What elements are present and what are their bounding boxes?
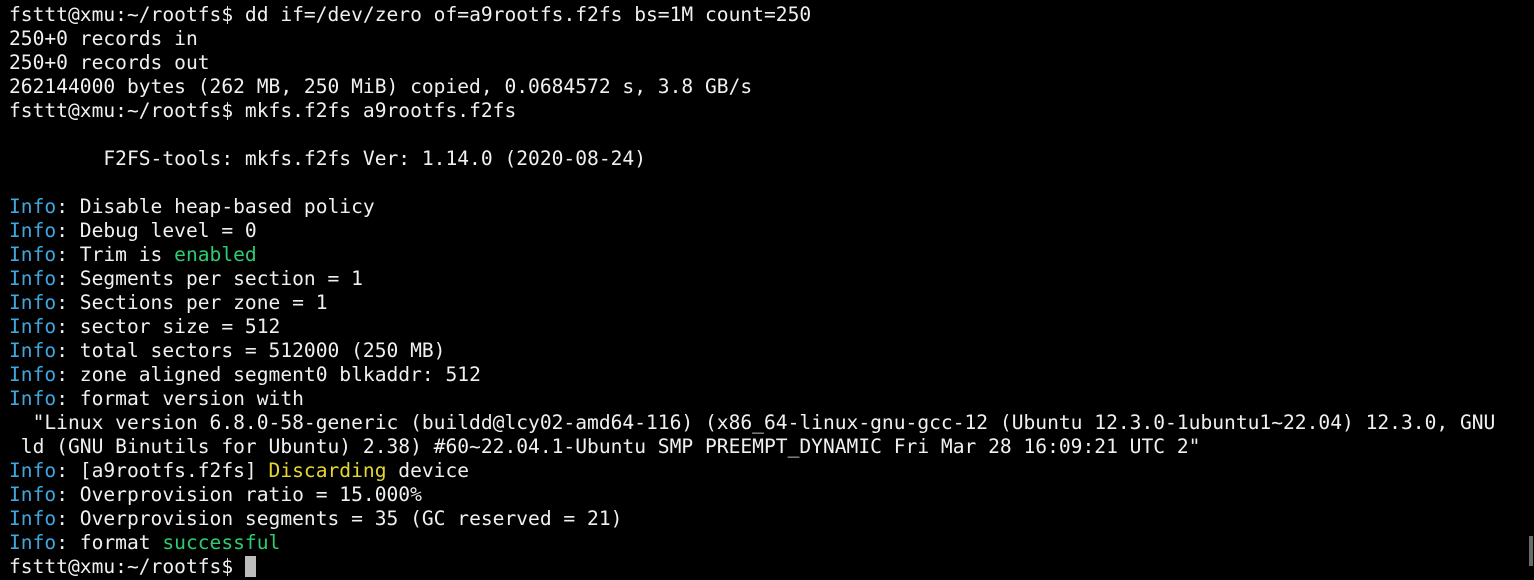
info-separator: : <box>56 507 80 530</box>
info-separator: : <box>56 243 80 266</box>
highlighted-text: enabled <box>174 243 257 266</box>
info-text: Segments per section = 1 <box>79 267 363 290</box>
info-separator: : <box>56 363 80 386</box>
shell-prompt: fsttt@xmu:~/rootfs$ <box>9 3 234 26</box>
info-label: Info <box>9 387 57 410</box>
info-line: Info: Overprovision segments = 35 (GC re… <box>9 507 1524 531</box>
highlighted-text: Discarding <box>268 459 387 482</box>
output-line: F2FS-tools: mkfs.f2fs Ver: 1.14.0 (2020-… <box>9 147 647 170</box>
info-text: sector size = 512 <box>79 315 281 338</box>
info-label: Info <box>9 531 57 554</box>
shell-prompt: fsttt@xmu:~/rootfs$ <box>9 99 234 122</box>
command-text <box>233 555 245 578</box>
info-label: Info <box>9 363 57 386</box>
info-label: Info <box>9 219 57 242</box>
highlighted-text: successful <box>162 531 281 554</box>
info-text: Overprovision ratio = 15.000% <box>79 483 422 506</box>
info-separator: : <box>56 483 80 506</box>
info-text: format version with <box>79 387 304 410</box>
info-text: Overprovision segments = 35 (GC reserved… <box>79 507 623 530</box>
info-text: zone aligned segment0 blkaddr: 512 <box>79 363 481 386</box>
text-cursor[interactable] <box>244 556 256 577</box>
info-label: Info <box>9 315 57 338</box>
info-line: Info: format successful <box>9 531 1524 555</box>
info-label: Info <box>9 267 57 290</box>
info-label: Info <box>9 483 57 506</box>
info-label: Info <box>9 195 57 218</box>
info-line: Info: Sections per zone = 1 <box>9 291 1524 315</box>
info-text: [a9rootfs.f2fs] <box>79 459 269 482</box>
info-separator: : <box>56 459 80 482</box>
info-line: Info: Debug level = 0 <box>9 219 1524 243</box>
output-line: ld (GNU Binutils for Ubuntu) 2.38) #60~2… <box>9 435 1201 458</box>
info-line: Info: Disable heap-based policy <box>9 195 1524 219</box>
info-separator: : <box>56 291 80 314</box>
output-line: 262144000 bytes (262 MB, 250 MiB) copied… <box>9 75 753 98</box>
info-separator: : <box>56 531 80 554</box>
info-text: Sections per zone = 1 <box>79 291 328 314</box>
info-text: Debug level = 0 <box>79 219 257 242</box>
output-line: 250+0 records in <box>9 27 198 50</box>
terminal-output[interactable]: fsttt@xmu:~/rootfs$ dd if=/dev/zero of=a… <box>9 3 1524 579</box>
info-line: Info: total sectors = 512000 (250 MB) <box>9 339 1524 363</box>
info-label: Info <box>9 243 57 266</box>
info-label: Info <box>9 291 57 314</box>
info-line: Info: format version with <box>9 387 1524 411</box>
info-text: total sectors = 512000 (250 MB) <box>79 339 446 362</box>
info-text: Trim is <box>79 243 175 266</box>
info-line: Info: Trim is enabled <box>9 243 1524 267</box>
info-separator: : <box>56 267 80 290</box>
command-text: dd if=/dev/zero of=a9rootfs.f2fs bs=1M c… <box>233 3 812 26</box>
info-line: Info: zone aligned segment0 blkaddr: 512 <box>9 363 1524 387</box>
info-separator: : <box>56 195 80 218</box>
output-line: 250+0 records out <box>9 51 210 74</box>
output-line: "Linux version 6.8.0-58-generic (buildd@… <box>9 411 1496 434</box>
info-text: Disable heap-based policy <box>79 195 375 218</box>
info-label: Info <box>9 339 57 362</box>
prompt-line: fsttt@xmu:~/rootfs$ mkfs.f2fs a9rootfs.f… <box>9 99 1524 123</box>
info-line: Info: [a9rootfs.f2fs] Discarding device <box>9 459 1524 483</box>
info-line: Info: Overprovision ratio = 15.000% <box>9 483 1524 507</box>
command-text: mkfs.f2fs a9rootfs.f2fs <box>233 99 517 122</box>
info-label: Info <box>9 459 57 482</box>
info-separator: : <box>56 315 80 338</box>
info-text: format <box>79 531 163 554</box>
info-label: Info <box>9 507 57 530</box>
prompt-line: fsttt@xmu:~/rootfs$ dd if=/dev/zero of=a… <box>9 3 1524 27</box>
scrollbar-thumb[interactable] <box>1529 536 1533 566</box>
prompt-line: fsttt@xmu:~/rootfs$ <box>9 555 1524 579</box>
scrollbar[interactable] <box>1528 0 1534 580</box>
info-separator: : <box>56 387 80 410</box>
info-line: Info: sector size = 512 <box>9 315 1524 339</box>
info-line: Info: Segments per section = 1 <box>9 267 1524 291</box>
shell-prompt: fsttt@xmu:~/rootfs$ <box>9 555 234 578</box>
info-separator: : <box>56 339 80 362</box>
info-text: device <box>386 459 470 482</box>
info-separator: : <box>56 219 80 242</box>
